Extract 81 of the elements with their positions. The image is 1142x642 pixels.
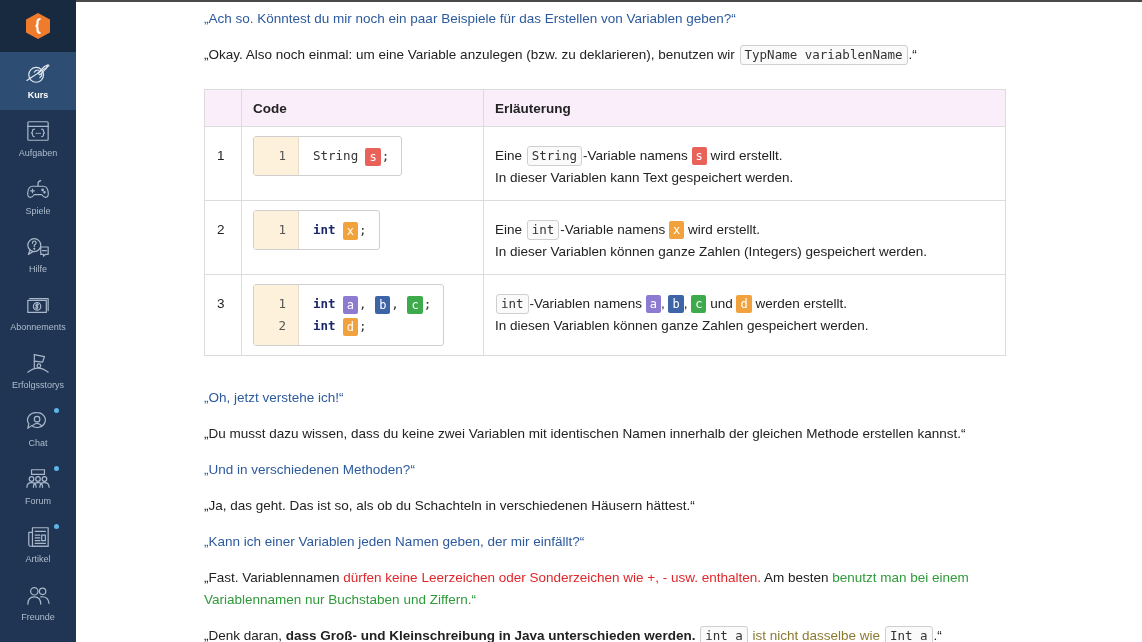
- nav-item[interactable]: Freunde: [0, 574, 76, 632]
- code-text: ,: [359, 296, 368, 311]
- line-number: 1: [278, 296, 286, 311]
- explanation-text: wird erstellt.: [686, 222, 760, 237]
- hexagon-logo-icon[interactable]: [25, 12, 51, 40]
- column-header: Code: [253, 100, 287, 116]
- variable-tag: b: [375, 295, 391, 314]
- variable-tag: d: [342, 317, 359, 336]
- dialogue-text: .“: [933, 628, 942, 642]
- nav-item[interactable]: Chat: [0, 400, 76, 458]
- row-number: 3: [217, 296, 225, 311]
- dialogue-line: „Oh, jetzt verstehe ich!“: [204, 389, 344, 407]
- variable-tag: x: [668, 221, 685, 240]
- dialogue-line: „Fast. Variablennamen dürfen keine Leerzeichen oder Sonderzeichen wie +, - usw. enthalten. Am besten benutzt man bei einem Variablennamen nur Buchstaben und Ziffern.“: [204, 569, 970, 609]
- code-text: ;: [423, 296, 432, 311]
- variable-tag: a: [645, 295, 661, 314]
- code-text: ;: [359, 222, 367, 237]
- explanation-text: ,: [683, 296, 689, 311]
- variable-tag: c: [407, 295, 423, 314]
- code-text: String: [313, 148, 359, 163]
- explanation-text: In diesen Variablen können ganze Zahlen gespeichert werden.: [495, 317, 870, 335]
- explanation-text: und: [709, 296, 734, 311]
- dialogue-text: ist nicht dasselbe wie: [751, 628, 882, 642]
- code-keyword: int: [313, 222, 336, 237]
- newspaper-icon: [25, 525, 51, 549]
- nav-item[interactable]: Aufgaben: [0, 110, 76, 168]
- column-header: Erläuterung: [495, 100, 571, 116]
- row-number: 1: [217, 148, 225, 163]
- explanation-text: -Variablen namens: [529, 296, 643, 311]
- inline-code: int: [526, 220, 560, 241]
- variable-tag: a: [342, 295, 359, 314]
- code-keyword: int: [313, 318, 336, 333]
- help-icon: [25, 235, 51, 259]
- nav-item[interactable]: Erfolgsstorys: [0, 342, 76, 400]
- explanation-text: werden erstellt.: [754, 296, 847, 311]
- code-keyword: int: [313, 296, 336, 311]
- nav-item[interactable]: Hilfe: [0, 226, 76, 284]
- dialogue-line: „Du musst dazu wissen, dass du keine zwei Variablen mit identischen Namen innerhalb der gleichen Methode erstellen kannst.“: [204, 425, 966, 443]
- dialogue-line: „Ja, das geht. Das ist so, als ob du Schachteln in verschiedenen Häusern hättest.“: [204, 497, 695, 515]
- nav-item[interactable]: Spiele: [0, 168, 76, 226]
- inline-code: int: [496, 294, 529, 315]
- nav-item[interactable]: Kurs: [0, 52, 76, 110]
- code-text: ;: [381, 148, 390, 163]
- explanation-text: In dieser Variablen kann Text gespeichert werden.: [495, 169, 795, 187]
- explanation-text: -Variable namens: [560, 222, 667, 237]
- variable-tag: b: [668, 295, 684, 314]
- explanation-text: wird erstellt.: [709, 148, 783, 163]
- code-text: ,: [391, 296, 400, 311]
- dialogue-line: „Und in verschiedenen Methoden?“: [204, 461, 415, 479]
- group-icon: [25, 467, 51, 491]
- flag-icon: [25, 351, 51, 375]
- dialogue-text: .“: [908, 47, 917, 62]
- inline-code: int a: [700, 626, 748, 642]
- explanation-text: ,: [660, 296, 666, 311]
- variable-tag: x: [342, 221, 359, 240]
- dialogue-line: „Kann ich einer Variablen jeden Namen geben, der mir einfällt?“: [204, 533, 585, 551]
- row-number: 2: [217, 222, 225, 237]
- code-text: ;: [359, 318, 367, 333]
- explanation-text: -Variable namens: [582, 148, 689, 163]
- dialogue-line: „Ach so. Könntest du mir noch ein paar Beispiele für das Erstellen von Variablen geben?“: [204, 10, 736, 28]
- explanation-text: Eine: [495, 148, 524, 163]
- dialogue-text: „Denk daran, dass Groß- und Kleinschreibung in Java unterschieden werden.: [204, 628, 697, 642]
- nav-item[interactable]: Abonnements: [0, 284, 76, 342]
- variable-tag: c: [691, 295, 707, 314]
- line-number: 1: [278, 148, 286, 163]
- inline-code: TypName variablenName: [739, 45, 908, 66]
- line-number: 2: [278, 318, 286, 333]
- rocket-icon: [25, 61, 51, 85]
- nav-item[interactable]: Forum: [0, 458, 76, 516]
- variable-tag: d: [736, 295, 752, 314]
- inline-code: Int a: [884, 626, 933, 642]
- dialogue-text: „Okay. Also noch einmal: um eine Variable anzulegen (bzw. zu deklarieren), benutzen wir: [204, 47, 736, 62]
- inline-code: String: [526, 146, 582, 167]
- variable-tag: s: [365, 147, 381, 166]
- gamepad-icon: [25, 177, 51, 201]
- line-number: 1: [278, 222, 286, 237]
- nav-item[interactable]: Artikel: [0, 516, 76, 574]
- explanation-text: Eine: [495, 222, 524, 237]
- variable-tag: s: [691, 147, 707, 166]
- code-window-icon: [25, 119, 51, 143]
- explanation-text: In dieser Variablen können ganze Zahlen (Integers) gespeichert werden.: [495, 243, 928, 261]
